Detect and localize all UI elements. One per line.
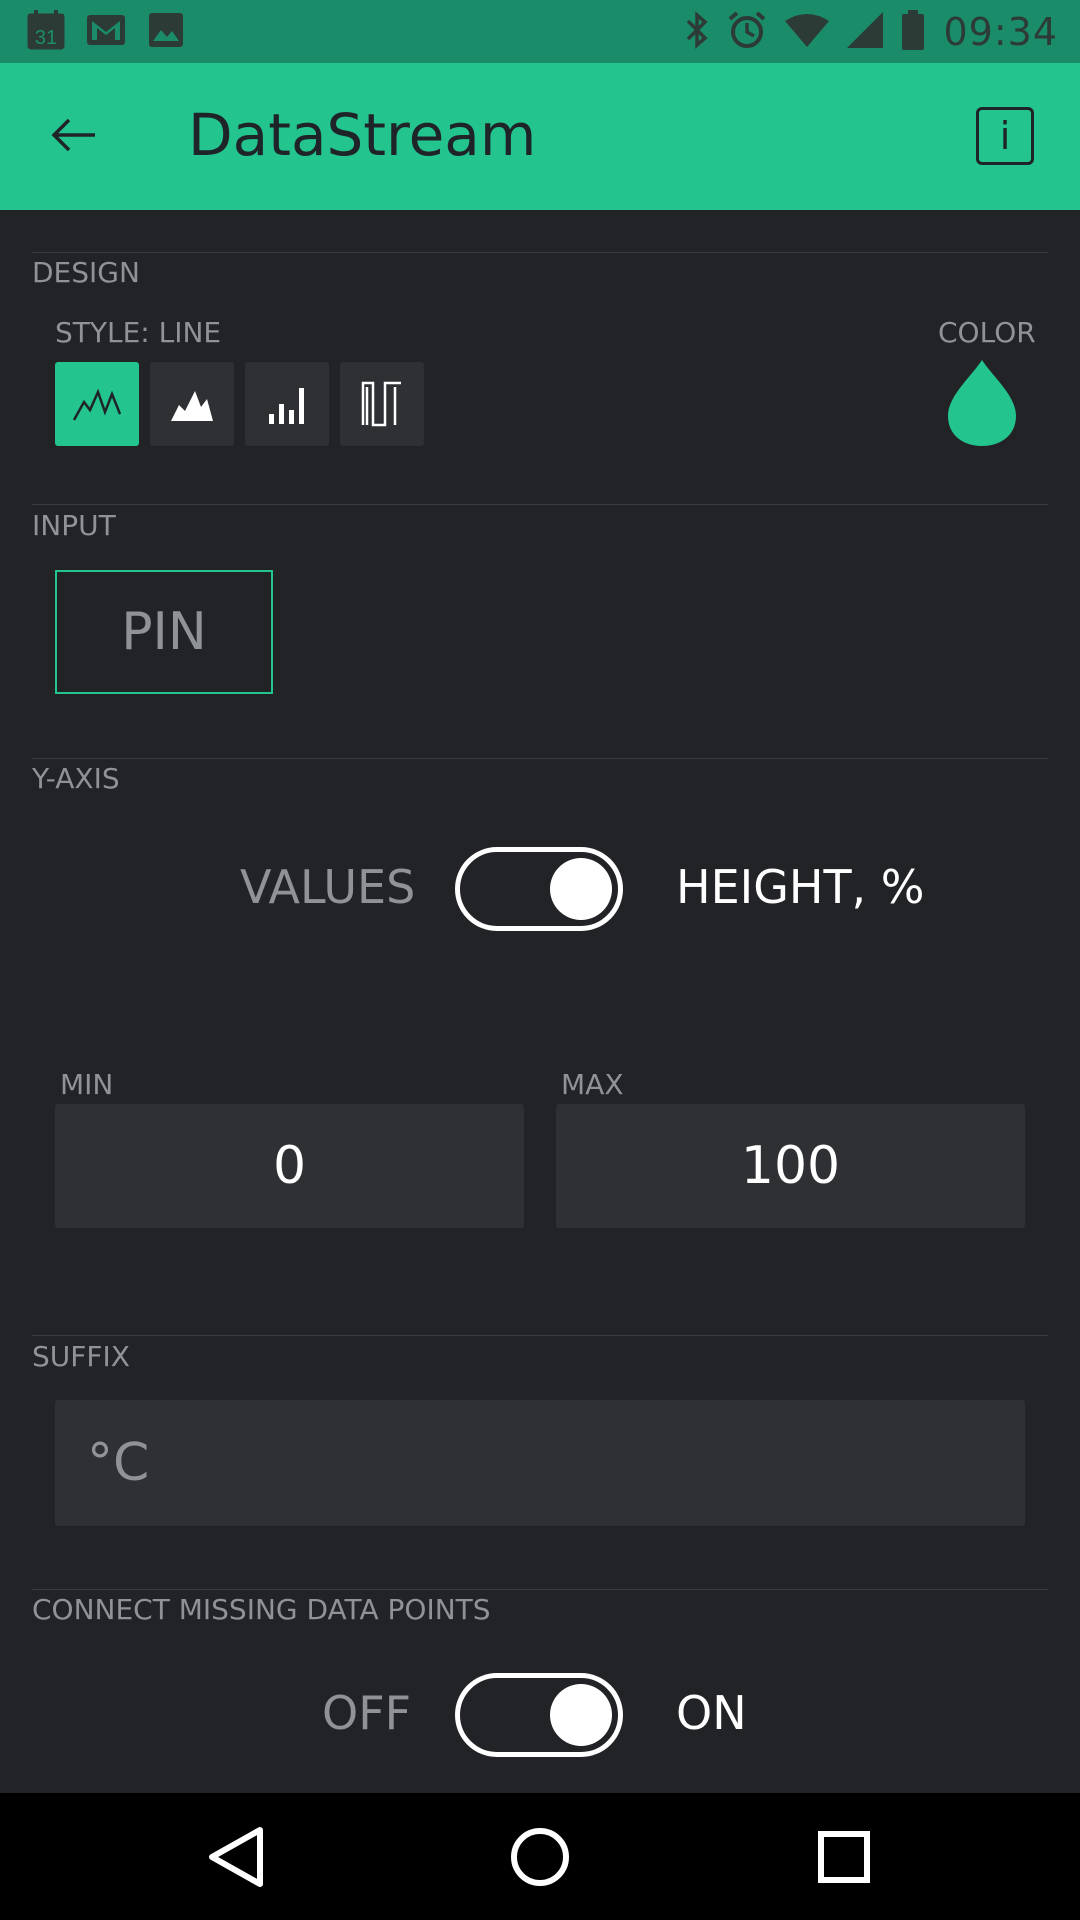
pin-label: PIN [121, 602, 207, 662]
area-chart-icon [171, 391, 213, 421]
max-input[interactable]: 100 [556, 1104, 1025, 1228]
binary-chart-icon [361, 381, 401, 427]
nav-recents-button[interactable] [808, 1821, 880, 1893]
signal-icon [847, 11, 884, 52]
wifi-icon [785, 13, 830, 51]
app-bar: DataStream i [0, 63, 1080, 210]
min-input[interactable]: 0 [55, 1104, 524, 1228]
arrow-left-icon [51, 118, 95, 152]
max-label: MAX [561, 1068, 624, 1101]
battery-icon [901, 9, 925, 54]
status-bar: 31 09:34 [0, 0, 1080, 63]
page-title: DataStream [188, 101, 537, 169]
section-label-connect-missing: CONNECT MISSING DATA POINTS [32, 1593, 491, 1626]
gmail-icon [86, 10, 126, 50]
toggle-knob [550, 858, 612, 920]
section-label-design: DESIGN [32, 256, 140, 289]
alarm-icon [727, 10, 767, 54]
y-axis-values-label: VALUES [240, 860, 416, 914]
section-label-input: INPUT [32, 509, 116, 542]
connect-off-label: OFF [322, 1686, 412, 1740]
section-label-y-axis: Y-AXIS [32, 762, 120, 795]
divider [32, 504, 1048, 505]
info-icon: i [999, 114, 1011, 158]
calendar-icon: 31 [26, 10, 66, 50]
divider [32, 1335, 1048, 1336]
image-icon [146, 10, 186, 50]
style-line-button[interactable] [55, 362, 139, 446]
bluetooth-icon [685, 10, 709, 53]
toggle-knob [550, 1684, 612, 1746]
pin-select-button[interactable]: PIN [55, 570, 273, 694]
svg-text:31: 31 [35, 27, 57, 49]
navigation-bar [0, 1793, 1080, 1920]
status-time: 09:34 [943, 9, 1058, 54]
color-picker-button[interactable] [946, 358, 1018, 448]
triangle-back-icon [209, 1827, 263, 1887]
nav-home-button[interactable] [504, 1821, 576, 1893]
y-axis-mode-toggle[interactable] [455, 847, 623, 931]
y-axis-height-label: HEIGHT, % [676, 860, 925, 914]
divider [32, 252, 1048, 253]
style-binary-button[interactable] [340, 362, 424, 446]
suffix-input[interactable]: °C [55, 1400, 1025, 1526]
nav-back-button[interactable] [200, 1821, 272, 1893]
style-area-button[interactable] [150, 362, 234, 446]
bar-chart-icon [269, 388, 304, 424]
min-label: MIN [60, 1068, 114, 1101]
connect-on-label: ON [676, 1686, 747, 1740]
divider [32, 1589, 1048, 1590]
back-button[interactable] [46, 107, 102, 163]
color-label: COLOR [938, 316, 1036, 349]
section-label-suffix: SUFFIX [32, 1340, 130, 1373]
style-bar-button[interactable] [245, 362, 329, 446]
circle-home-icon [511, 1828, 569, 1886]
droplet-icon [948, 360, 1016, 446]
line-chart-icon [72, 388, 122, 421]
divider [32, 758, 1048, 759]
connect-missing-toggle[interactable] [455, 1673, 623, 1757]
square-recents-icon [818, 1831, 870, 1883]
style-label: STYLE: LINE [55, 316, 222, 349]
info-button[interactable]: i [976, 107, 1034, 165]
